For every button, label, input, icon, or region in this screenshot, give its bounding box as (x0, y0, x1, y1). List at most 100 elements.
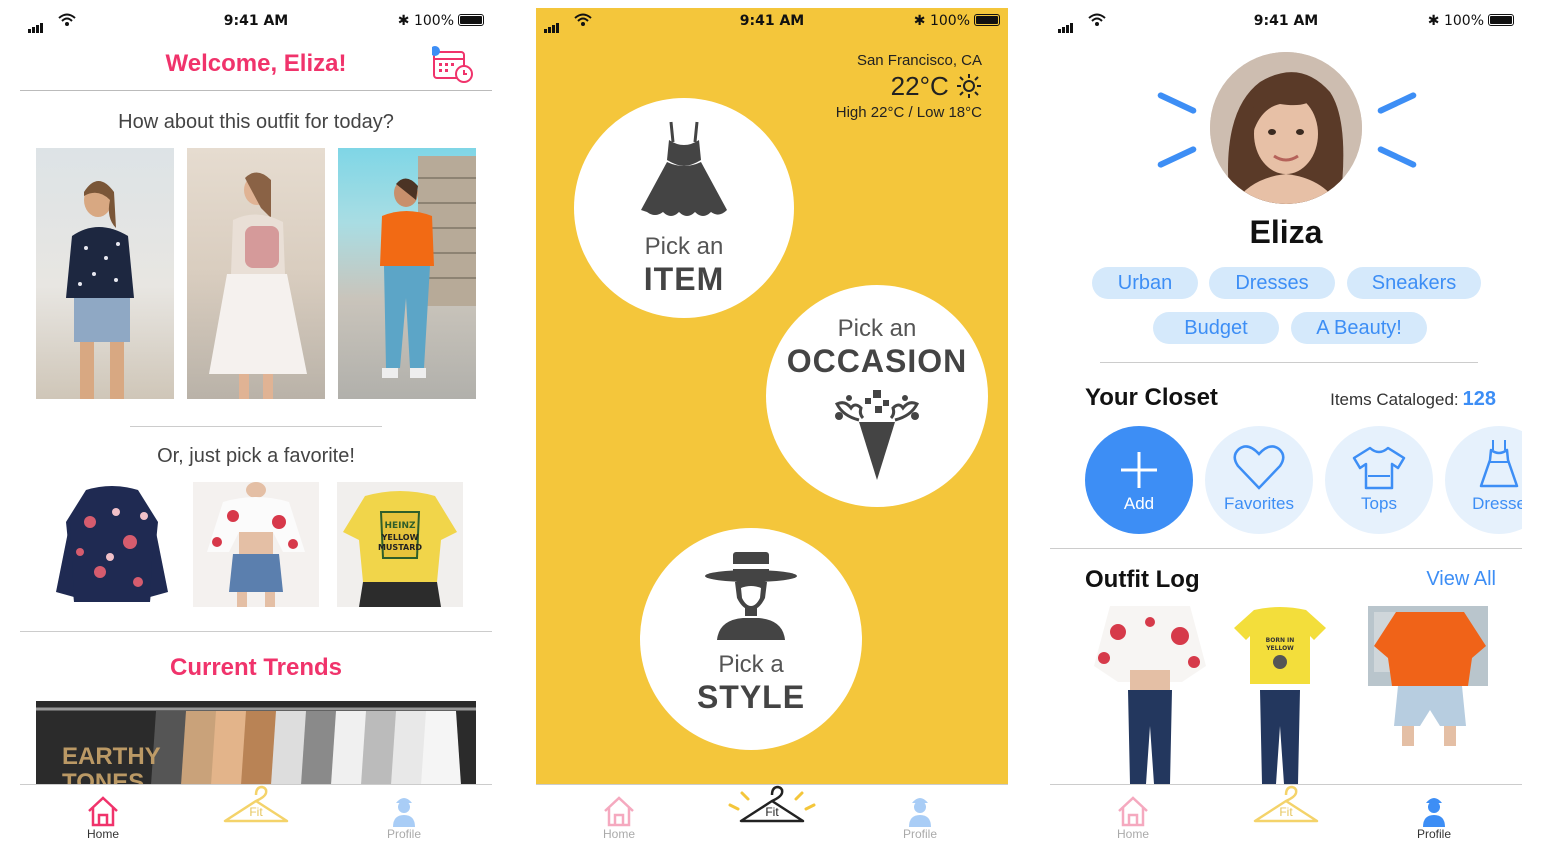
page-title: Welcome, Eliza! (165, 50, 347, 77)
weather-city: San Francisco, CA (856, 52, 982, 69)
pick-style-big: STYLE (696, 679, 806, 715)
items-cataloged-count: 128 (1462, 388, 1496, 410)
heart-icon (1233, 445, 1285, 490)
dress-icon (641, 121, 727, 216)
view-all-link[interactable]: View All (1426, 568, 1496, 591)
dresses-label: Dresse (1472, 494, 1522, 513)
outfit-photo-2[interactable] (187, 148, 325, 399)
favorite-item-3[interactable]: HEINZ YELLOW MUSTARD (337, 482, 463, 607)
tab-home[interactable]: Home (1083, 791, 1183, 841)
bluetooth-icon: ✱ (913, 13, 926, 29)
home-icon (88, 796, 118, 827)
tag-chip[interactable]: Urban (1092, 267, 1198, 299)
tag-chip[interactable]: Sneakers (1347, 267, 1481, 299)
pick-item-small: Pick an (644, 233, 724, 260)
divider (1100, 362, 1478, 363)
tab-fit[interactable]: Fit (722, 785, 822, 823)
battery-level: 100% (1443, 13, 1484, 29)
tab-home-label: Home (602, 827, 635, 841)
tab-bar: Home Fit Profile (20, 784, 492, 848)
bluetooth-icon: ✱ (1427, 13, 1440, 29)
dress-icon (1479, 440, 1519, 488)
tag-chip[interactable]: Dresses (1209, 267, 1335, 299)
tab-fit[interactable]: Fit (1236, 785, 1336, 823)
favorites-label: Favorites (1224, 494, 1294, 513)
tab-home[interactable]: Home (53, 791, 153, 841)
fit-screen: 9:41 AM ✱ 100% San Francisco, CA 22°C Hi… (536, 8, 1008, 848)
divider (1050, 548, 1522, 549)
weather-temp-row: 22°C (836, 71, 982, 102)
bouquet-icon (834, 390, 920, 480)
favorites-button[interactable]: Favorites (1205, 426, 1313, 534)
weather-widget: San Francisco, CA 22°C High 22°C / Low 1… (836, 52, 982, 121)
outfit-log-item-2[interactable]: BORN IN YELLOW (1218, 606, 1342, 784)
dresses-button[interactable]: Dresse (1445, 426, 1522, 534)
tag-chip[interactable]: A Beauty! (1291, 312, 1427, 344)
avatar[interactable] (1210, 52, 1362, 204)
battery-icon (974, 14, 1000, 26)
status-bar: 9:41 AM ✱ 100% (1050, 8, 1522, 34)
svg-text:MUSTARD: MUSTARD (378, 543, 422, 552)
outfit-log-item-1[interactable] (1090, 606, 1210, 784)
tab-profile[interactable]: Profile (1384, 791, 1484, 841)
favorite-prompt: Or, just pick a favorite! (157, 445, 355, 467)
trend-banner-text: EARTHY TONES (62, 743, 161, 786)
home-header: Welcome, Eliza! (20, 38, 492, 91)
outfit-photo-3[interactable] (338, 148, 476, 399)
trends-title: Current Trends (169, 654, 343, 681)
outfit-photo-1[interactable] (36, 148, 174, 399)
tab-profile[interactable]: Profile (354, 791, 454, 841)
outfit-log-title: Outfit Log (1085, 566, 1200, 593)
tab-profile-label: Profile (902, 827, 937, 841)
tab-fit[interactable]: Fit (206, 785, 306, 823)
tab-bar: Home Fit Profile (536, 784, 1008, 848)
favorite-item-2[interactable] (193, 482, 319, 607)
tops-button[interactable]: Tops (1325, 426, 1433, 534)
pick-item-big: ITEM (643, 261, 725, 297)
status-bar: 9:41 AM ✱ 100% (536, 8, 1008, 34)
tab-bar: Home Fit Profile (1050, 784, 1522, 848)
sun-icon (957, 74, 981, 98)
svg-text:YELLOW: YELLOW (381, 533, 419, 542)
profile-icon (909, 798, 931, 827)
divider (130, 426, 382, 427)
profile-icon (393, 798, 415, 827)
home-icon (1118, 796, 1148, 827)
outfit-prompt: How about this outfit for today? (118, 111, 394, 133)
svg-text:BORN IN: BORN IN (1266, 637, 1295, 644)
tab-home-label: Home (1116, 827, 1149, 841)
svg-text:YELLOW: YELLOW (1265, 645, 1294, 652)
bluetooth-icon: ✱ (397, 13, 410, 29)
hat-woman-icon (705, 552, 797, 640)
pick-occasion-button[interactable]: Pick an OCCASION (766, 285, 988, 507)
items-cataloged-label: Items Cataloged: (1330, 390, 1459, 409)
pick-item-button[interactable]: Pick an ITEM (574, 98, 794, 318)
items-cataloged: Items Cataloged: 128 (1330, 388, 1496, 411)
tag-chip[interactable]: Budget (1153, 312, 1279, 344)
tops-label: Tops (1361, 494, 1397, 513)
calendar-icon[interactable] (430, 46, 476, 89)
pick-style-button[interactable]: Pick a STYLE (640, 528, 862, 750)
battery-icon (458, 14, 484, 26)
tab-profile[interactable]: Profile (870, 791, 970, 841)
profile-name: Eliza (1249, 214, 1323, 250)
home-screen: 9:41 AM ✱ 100% Welcome, Eliza! How about… (20, 8, 492, 848)
tab-profile-label: Profile (386, 827, 421, 841)
battery-level: 100% (929, 13, 970, 29)
outfit-log-item-3[interactable] (1368, 606, 1488, 746)
battery-level: 100% (413, 13, 454, 29)
weather-high-low: High 22°C / Low 18°C (835, 104, 982, 121)
add-button[interactable]: Add (1085, 426, 1193, 534)
tab-profile-label: Profile (1416, 827, 1451, 841)
plus-icon (1121, 452, 1157, 488)
favorite-item-1[interactable] (50, 482, 174, 607)
pick-style-small: Pick a (718, 651, 784, 678)
sparkle-ray (1376, 145, 1418, 169)
battery-icon (1488, 14, 1514, 26)
add-label: Add (1123, 494, 1155, 513)
weather-temperature: 22°C (890, 71, 949, 101)
tshirt-icon (1352, 446, 1406, 490)
tab-home[interactable]: Home (569, 791, 669, 841)
battery-indicator: ✱ 100% (914, 13, 1000, 29)
trend-banner[interactable]: EARTHY TONES (36, 701, 476, 785)
